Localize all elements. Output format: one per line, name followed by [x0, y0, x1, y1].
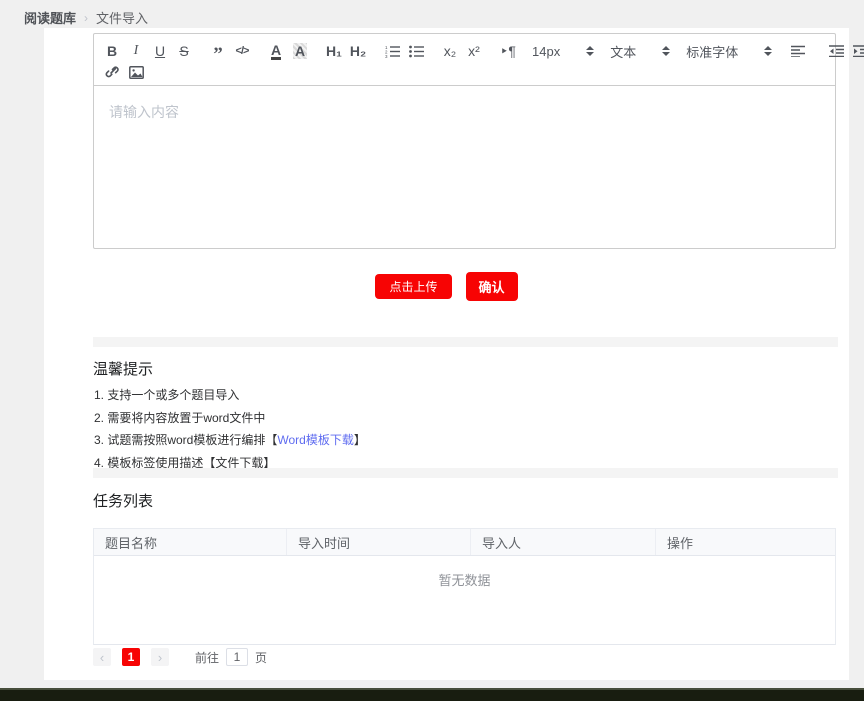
svg-text:3: 3: [385, 54, 388, 58]
indent-icon[interactable]: [850, 41, 864, 61]
rich-text-editor: B I U S ” </> A A H₁ H₂ 123 x₂ x² ‣¶: [93, 33, 836, 249]
header-2-button[interactable]: H₂: [348, 41, 368, 61]
breadcrumb-item-question-bank[interactable]: 阅读题库: [24, 8, 76, 27]
column-header-operation: 操作: [656, 529, 835, 555]
text-direction-button[interactable]: ‣¶: [498, 41, 518, 61]
updown-arrows-icon: [764, 46, 772, 56]
breadcrumb-item-file-import: 文件导入: [96, 8, 148, 27]
paragraph-style-value: 文本: [610, 42, 636, 61]
tip-item-2: 2. 需要将内容放置于word文件中: [94, 409, 265, 426]
table-body: 暂无数据: [94, 556, 835, 644]
align-icon[interactable]: [788, 41, 808, 61]
updown-arrows-icon: [586, 46, 594, 56]
empty-data-text: 暂无数据: [94, 570, 835, 589]
task-list-title: 任务列表: [93, 490, 153, 511]
superscript-button[interactable]: x²: [464, 41, 484, 61]
font-family-value: 标准字体: [686, 42, 738, 61]
main-card: B I U S ” </> A A H₁ H₂ 123 x₂ x² ‣¶: [44, 28, 849, 680]
outdent-icon[interactable]: [826, 41, 846, 61]
tip-item-3-text: 3. 试题需按照word模板进行编排【: [94, 433, 277, 447]
paragraph-style-picker[interactable]: 文本: [610, 42, 670, 61]
breadcrumb-separator-icon: ›: [84, 11, 88, 25]
editor-placeholder: 请输入内容: [109, 104, 179, 120]
task-table: 题目名称 导入时间 导入人 操作 暂无数据: [93, 528, 836, 645]
ordered-list-icon[interactable]: 123: [382, 41, 402, 61]
editor-toolbar: B I U S ” </> A A H₁ H₂ 123 x₂ x² ‣¶: [94, 34, 835, 86]
action-button-row: 点击上传 确认: [44, 272, 849, 301]
page: { "breadcrumb": { "first": "阅读题库", "sepa…: [0, 0, 864, 701]
section-divider: [93, 468, 838, 478]
link-icon[interactable]: [102, 62, 122, 82]
underline-button[interactable]: U: [150, 41, 170, 61]
tip-item-3-suffix: 】: [354, 433, 366, 447]
code-block-button[interactable]: </>: [232, 41, 252, 61]
toolbar-row-2: [102, 63, 827, 81]
table-header-row: 题目名称 导入时间 导入人 操作: [94, 529, 835, 556]
footer-bar: [0, 688, 864, 701]
breadcrumb: 阅读题库 › 文件导入: [24, 8, 148, 27]
next-page-button[interactable]: ›: [151, 648, 169, 666]
toolbar-row-1: B I U S ” </> A A H₁ H₂ 123 x₂ x² ‣¶: [102, 40, 827, 62]
page-unit-label: 页: [255, 649, 267, 666]
blockquote-button[interactable]: ”: [208, 41, 228, 61]
confirm-button[interactable]: 确认: [466, 272, 518, 301]
upload-button[interactable]: 点击上传: [375, 274, 451, 299]
bold-button[interactable]: B: [102, 41, 122, 61]
column-header-title: 题目名称: [94, 529, 287, 555]
page-1-button[interactable]: 1: [122, 648, 140, 666]
tip-item-1: 1. 支持一个或多个题目导入: [94, 386, 239, 403]
subscript-button[interactable]: x₂: [440, 41, 460, 61]
tip-item-3: 3. 试题需按照word模板进行编排【Word模板下载】: [94, 431, 366, 448]
strikethrough-button[interactable]: S: [174, 41, 194, 61]
font-size-value: 14px: [532, 44, 560, 59]
editor-content-area[interactable]: 请输入内容: [94, 86, 835, 257]
section-divider: [93, 337, 838, 347]
text-color-button[interactable]: A: [266, 41, 286, 61]
bullet-list-icon[interactable]: [406, 41, 426, 61]
column-header-import-time: 导入时间: [287, 529, 471, 555]
updown-arrows-icon: [662, 46, 670, 56]
page-number-input[interactable]: [226, 648, 248, 666]
column-header-importer: 导入人: [471, 529, 656, 555]
tips-title: 温馨提示: [93, 358, 153, 379]
prev-page-button[interactable]: ‹: [93, 648, 111, 666]
font-size-picker[interactable]: 14px: [532, 44, 594, 59]
word-template-download-link[interactable]: Word模板下载: [277, 433, 353, 447]
pagination: ‹ 1 › 前往 页: [93, 648, 267, 666]
header-1-button[interactable]: H₁: [324, 41, 344, 61]
goto-label: 前往: [195, 649, 219, 666]
italic-button[interactable]: I: [126, 41, 146, 61]
image-icon[interactable]: [126, 62, 146, 82]
background-color-button[interactable]: A: [290, 41, 310, 61]
font-family-picker[interactable]: 标准字体: [686, 42, 772, 61]
